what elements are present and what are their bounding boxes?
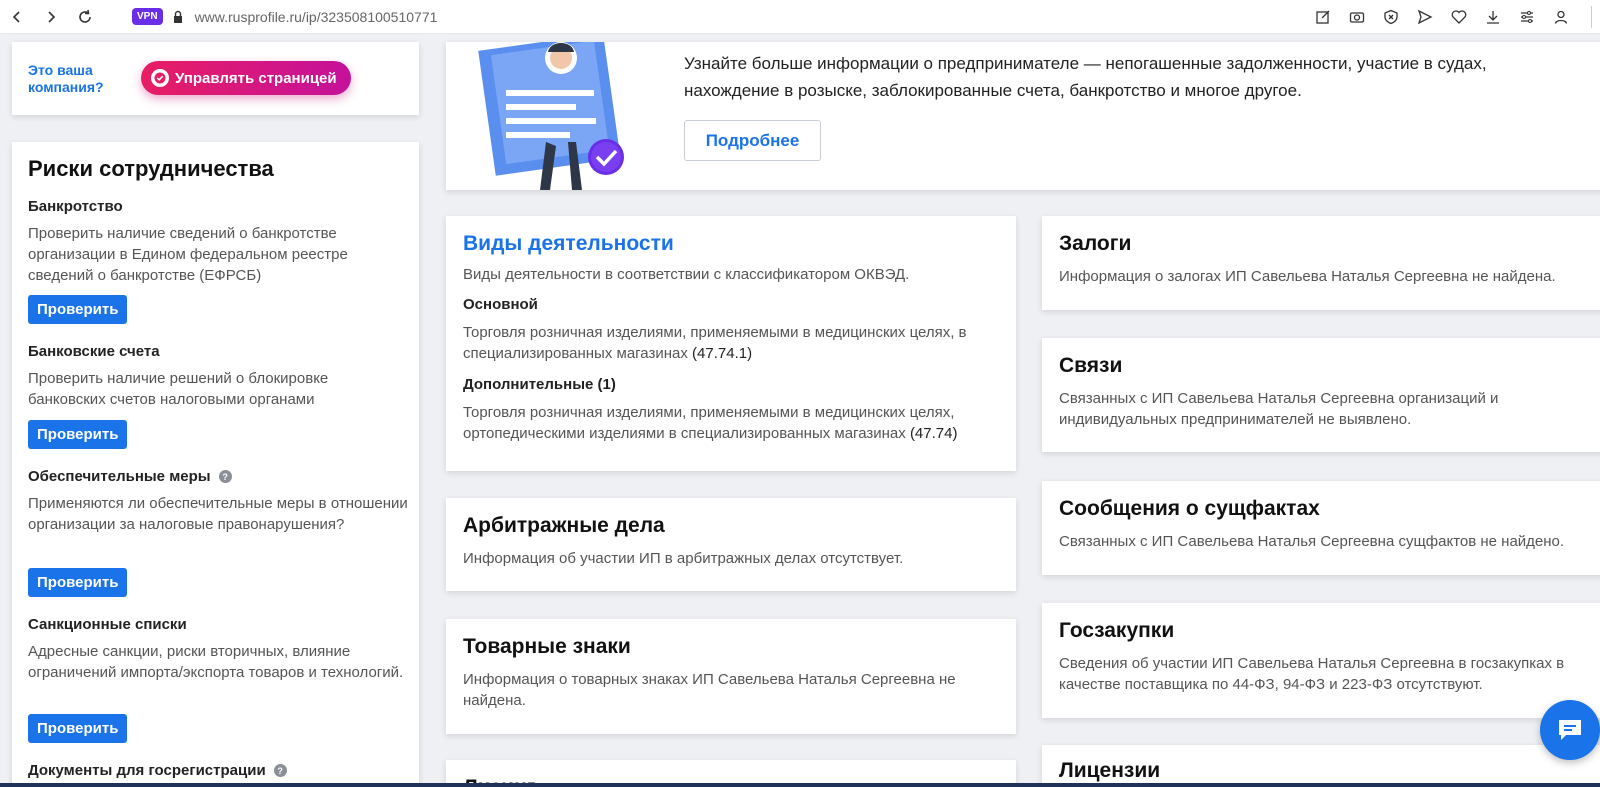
trademarks-title: Товарные знаки	[463, 635, 631, 658]
chat-icon	[1559, 720, 1581, 740]
send-icon[interactable]	[1414, 6, 1436, 28]
activities-title[interactable]: Виды деятельности	[463, 232, 674, 256]
pledges-card: Залоги Информация о залогах ИП Савельева…	[1042, 216, 1600, 310]
licenses-card: Лицензии	[1042, 745, 1600, 787]
entrepreneur-info-banner: Узнайте больше информации о предпринимат…	[446, 42, 1600, 190]
activities-card: Виды деятельности Виды деятельности в со…	[446, 216, 1016, 471]
licenses-title: Лицензии	[1059, 759, 1161, 782]
main-activity-text: Торговля розничная изделиями, применяемы…	[463, 322, 1003, 364]
check-sanctions-button[interactable]: Проверить	[28, 714, 128, 743]
lock-icon[interactable]	[171, 10, 185, 24]
risk-item-bankruptcy: Банкротство Проверить наличие сведений о…	[28, 198, 408, 286]
risk-item-text: Применяются ли обеспечительные меры в от…	[28, 495, 408, 533]
links-title: Связи	[1059, 354, 1123, 377]
procurement-title: Госзакупки	[1059, 619, 1175, 642]
banner-text: Узнайте больше информации о предпринимат…	[684, 54, 1487, 100]
procurement-card: Госзакупки Сведения об участии ИП Савель…	[1042, 603, 1600, 718]
extra-activity-code: (47.74)	[909, 425, 958, 442]
heart-icon[interactable]	[1448, 6, 1470, 28]
forward-icon[interactable]	[34, 0, 68, 34]
company-question: Это ваша компания?	[28, 62, 104, 95]
risks-title: Риски сотрудничества	[28, 156, 274, 181]
shield-icon[interactable]	[1380, 6, 1402, 28]
check-security-measures-button[interactable]: Проверить	[28, 568, 128, 597]
material-facts-card: Сообщения о сущфактах Связанных с ИП Сав…	[1042, 481, 1600, 575]
bottom-bar	[0, 783, 1600, 787]
risk-item-title: Документы для госрегистрации	[28, 762, 266, 779]
material-facts-title: Сообщения о сущфактах	[1059, 497, 1320, 520]
risk-item-title-row: Документы для госрегистрации ?	[28, 762, 408, 779]
check-bank-accounts-button[interactable]: Проверить	[28, 420, 128, 449]
extra-activity-name: Торговля розничная изделиями, применяемы…	[463, 404, 955, 442]
risk-item-text: Проверить наличие сведений о банкротстве…	[28, 225, 348, 284]
risk-item-title-row: Обеспечительные меры ?	[28, 468, 408, 485]
links-card: Связи Связанных с ИП Савельева Наталья С…	[1042, 338, 1600, 452]
risk-item-security-measures: Обеспечительные меры ? Применяются ли об…	[28, 468, 408, 535]
back-icon[interactable]	[0, 0, 34, 34]
pledges-title: Залоги	[1059, 232, 1132, 255]
help-icon[interactable]: ?	[273, 764, 287, 777]
risk-item-title: Банкротство	[28, 198, 123, 215]
download-icon[interactable]	[1482, 6, 1504, 28]
trademarks-desc: Информация о товарных знаках ИП Савельев…	[463, 671, 956, 709]
profile-icon[interactable]	[1550, 6, 1572, 28]
links-desc: Связанных с ИП Савельева Наталья Сергеев…	[1059, 390, 1499, 428]
material-facts-desc: Связанных с ИП Савельева Наталья Сергеев…	[1059, 533, 1565, 550]
help-icon[interactable]: ?	[218, 470, 232, 483]
more-details-button[interactable]: Подробнее	[684, 120, 821, 161]
risk-item-bank-accounts: Банковские счета Проверить наличие решен…	[28, 343, 408, 410]
person-illustration	[478, 42, 624, 190]
chat-button[interactable]	[1540, 700, 1600, 760]
reload-icon[interactable]	[68, 0, 102, 34]
risk-item-title: Банковские счета	[28, 343, 160, 360]
activities-desc: Виды деятельности в соответствии с класс…	[463, 266, 910, 283]
arbitration-card: Арбитражные дела Информация об участии И…	[446, 498, 1016, 591]
address-bar[interactable]: www.rusprofile.ru/ip/323508100510771	[195, 9, 438, 25]
settings-sliders-icon[interactable]	[1516, 6, 1538, 28]
edit-icon[interactable]	[1312, 6, 1334, 28]
camera-icon[interactable]	[1346, 6, 1368, 28]
arbitration-desc: Информация об участии ИП в арбитражных д…	[463, 550, 904, 567]
arbitration-title: Арбитражные дела	[463, 514, 665, 537]
extra-activity-text: Торговля розничная изделиями, применяемы…	[463, 402, 1003, 444]
cooperation-risks-card: Риски сотрудничества Банкротство Провери…	[12, 142, 419, 787]
toolbar-divider	[1591, 6, 1592, 28]
main-activity-label: Основной	[463, 296, 538, 313]
extra-activity-label: Дополнительные (1)	[463, 376, 616, 393]
risk-item-text: Адресные санкции, риски вторичных, влиян…	[28, 643, 404, 681]
risk-item-sanctions: Санкционные списки Адресные санкции, рис…	[28, 616, 408, 683]
manage-page-button[interactable]: Управлять страницей	[141, 61, 351, 95]
trademarks-card: Товарные знаки Информация о товарных зна…	[446, 619, 1016, 734]
risk-item-title: Санкционные списки	[28, 616, 187, 633]
main-activity-code: (47.74.1)	[692, 345, 753, 362]
vpn-badge[interactable]: VPN	[132, 8, 163, 25]
pledges-desc: Информация о залогах ИП Савельева Наталь…	[1059, 268, 1556, 285]
procurement-desc: Сведения об участии ИП Савельева Наталья…	[1059, 655, 1565, 693]
company-claim-card: Это ваша компания? Управлять страницей	[12, 42, 419, 115]
risk-item-title: Обеспечительные меры	[28, 468, 211, 485]
check-bankruptcy-button[interactable]: Проверить	[28, 295, 128, 324]
check-badge-icon	[151, 69, 169, 87]
risk-item-text: Проверить наличие решений о блокировке б…	[28, 370, 329, 408]
browser-toolbar: VPN www.rusprofile.ru/ip/323508100510771	[0, 0, 1600, 34]
manage-page-label: Управлять страницей	[175, 69, 337, 87]
